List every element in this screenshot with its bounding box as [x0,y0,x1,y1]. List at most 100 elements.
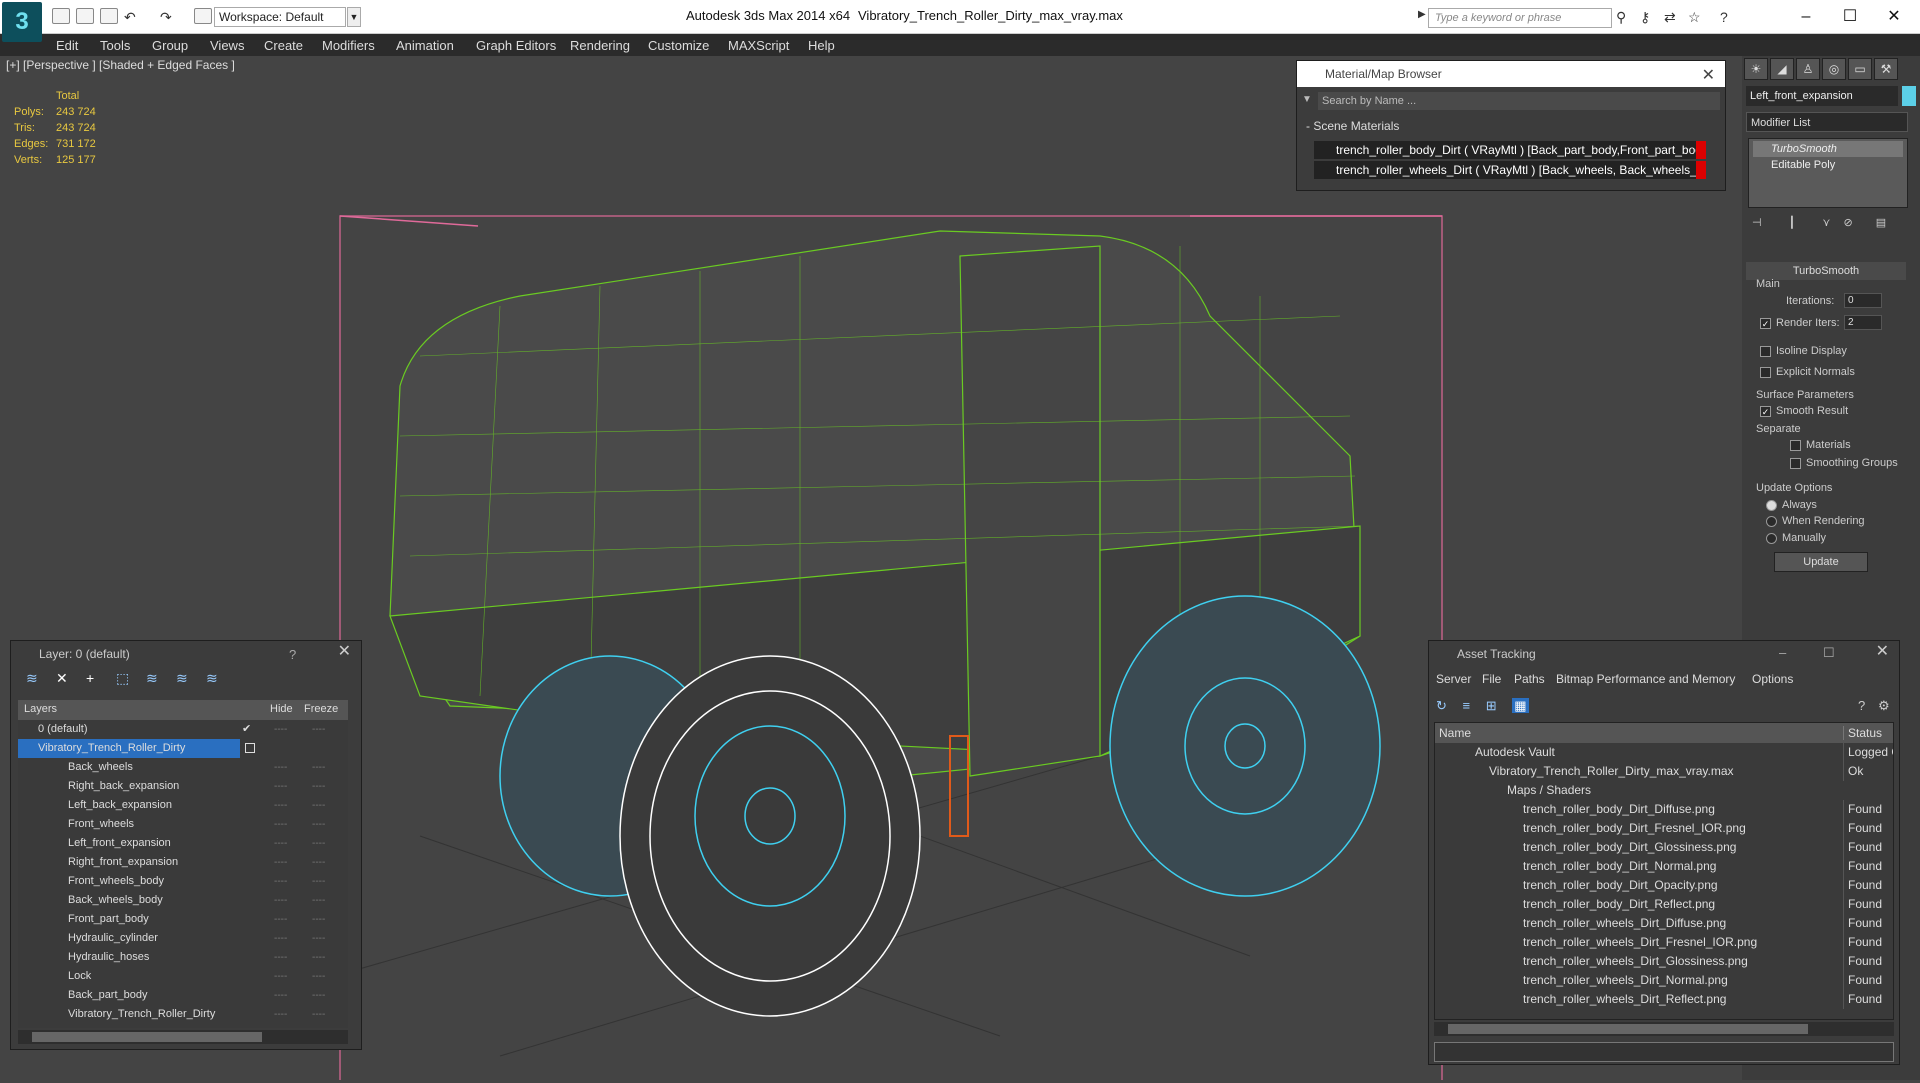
refresh-icon[interactable]: ↻ [1436,698,1447,713]
column-name[interactable]: Name [1439,726,1471,740]
table-row[interactable]: trench_roller_body_Dirt_Glossiness.png Fo… [1435,838,1893,857]
hierarchy-tab-icon[interactable]: ♙ [1796,58,1820,80]
menu-server[interactable]: Server [1436,672,1471,686]
table-row[interactable]: trench_roller_body_Dirt_Diffuse.png Found [1435,800,1893,819]
help-icon[interactable]: ? [289,647,296,662]
redo-icon[interactable]: ↷ [160,9,172,26]
table-view-icon[interactable]: ⊞ [1486,698,1497,713]
close-icon[interactable]: ✕ [338,641,351,661]
grid-view-icon[interactable]: ▦ [1512,698,1529,713]
undo-icon[interactable]: ↶ [124,9,136,26]
layer-row[interactable]: Vibratory_Trench_Roller_Dirty ---- ---- [18,1005,348,1024]
layer-row[interactable]: Back_wheels_body ---- ---- [18,891,348,910]
modify-tab-icon[interactable]: ◢ [1770,58,1794,80]
materials-checkbox[interactable] [1790,440,1801,451]
smoothing-groups-checkbox[interactable] [1790,458,1801,469]
layer-row[interactable]: Right_front_expansion ---- ---- [18,853,348,872]
layer-row[interactable]: Left_front_expansion ---- ---- [18,834,348,853]
star-icon[interactable]: ☆ [1688,9,1701,26]
table-row[interactable]: trench_roller_wheels_Dirt_Reflect.png Fou… [1435,990,1893,1009]
delete-layer-icon[interactable]: ✕ [56,670,68,687]
column-layers[interactable]: Layers [24,703,57,715]
menu-create[interactable]: Create [264,38,303,53]
project-folder-icon[interactable] [194,8,212,24]
new-layer-icon[interactable]: ≋ [26,670,38,687]
keyword-search-input[interactable]: Type a keyword or phrase [1428,8,1612,28]
layer-row[interactable]: Left_back_expansion ---- ---- [18,796,348,815]
open-file-icon[interactable] [76,8,94,24]
layer-horizontal-scrollbar[interactable] [18,1030,348,1044]
help-icon[interactable]: ? [1720,9,1728,25]
exchange-icon[interactable]: ⇄ [1664,9,1676,26]
column-hide[interactable]: Hide [270,703,293,715]
menu-tools[interactable]: Tools [100,38,130,53]
layer-row[interactable]: Hydraulic_cylinder ---- ---- [18,929,348,948]
layer-row[interactable]: Front_wheels_body ---- ---- [18,872,348,891]
menu-animation[interactable]: Animation [396,38,454,53]
workspace-dropdown[interactable]: Workspace: Default [214,7,346,27]
pin-stack-icon[interactable]: ⊣ [1752,217,1762,229]
menu-group[interactable]: Group [152,38,188,53]
menu-help[interactable]: Help [808,38,835,53]
column-freeze[interactable]: Freeze [304,703,338,715]
help-icon[interactable]: ? [1858,698,1865,713]
app-logo-button[interactable]: 3 [2,2,42,42]
update-button[interactable]: Update [1774,552,1868,572]
table-row[interactable]: trench_roller_body_Dirt_Fresnel_IOR.png F… [1435,819,1893,838]
object-name-field[interactable]: Left_front_expansion [1746,86,1898,106]
layer-row[interactable]: Front_part_body ---- ---- [18,910,348,929]
menu-modifiers[interactable]: Modifiers [322,38,375,53]
menu-file[interactable]: File [1482,672,1501,686]
table-row[interactable]: Vibratory_Trench_Roller_Dirty_max_vray.m… [1435,762,1893,781]
save-file-icon[interactable] [100,8,118,24]
material-search-input[interactable]: Search by Name ... [1318,92,1720,110]
viewport-label[interactable]: [+] [Perspective ] [Shaded + Edged Faces… [6,58,235,72]
close-icon[interactable]: ✕ [1702,65,1715,85]
maximize-button[interactable]: ☐ [1823,645,1835,661]
asset-horizontal-scrollbar[interactable] [1434,1022,1894,1036]
explicit-normals-checkbox[interactable] [1760,367,1771,378]
scrollbar-thumb[interactable] [1448,1024,1808,1034]
table-row[interactable]: Maps / Shaders [1435,781,1893,800]
layer-row[interactable]: Vibratory_Trench_Roller_Dirty [18,739,240,758]
chevron-down-icon[interactable]: ▼ [347,7,361,27]
close-icon[interactable]: ✕ [1876,641,1889,661]
always-radio[interactable] [1766,500,1777,511]
layer-row[interactable]: Hydraulic_hoses ---- ---- [18,948,348,967]
smooth-result-checkbox[interactable]: ✓ [1760,406,1771,417]
layer-row[interactable]: Lock ---- ---- [18,967,348,986]
stack-item-turbosmooth[interactable]: TurboSmooth [1753,141,1903,157]
menu-maxscript[interactable]: MAXScript [728,38,789,53]
layer-row[interactable]: Back_part_body ---- ---- [18,986,348,1005]
layer-row[interactable]: Back_wheels ---- ---- [18,758,348,777]
binoculars-icon[interactable]: ⚲ [1616,9,1626,26]
add-selection-icon[interactable] [245,743,255,753]
maximize-button[interactable]: ☐ [1830,4,1870,30]
render-iters-checkbox[interactable]: ✓ [1760,318,1771,329]
collapse-arrow-icon[interactable]: ▶ [1418,9,1426,20]
create-tab-icon[interactable]: ☀ [1744,58,1768,80]
column-status[interactable]: Status [1843,726,1882,740]
layer-row[interactable]: Right_back_expansion ---- ---- [18,777,348,796]
material-item[interactable]: trench_roller_body_Dirt ( VRayMtl ) [Bac… [1314,141,1706,159]
utilities-tab-icon[interactable]: ⚒ [1874,58,1898,80]
filter-arrow-icon[interactable]: ▼ [1302,94,1312,105]
isoline-display-checkbox[interactable] [1760,346,1771,357]
close-button[interactable]: ✕ [1874,4,1914,30]
table-row[interactable]: trench_roller_body_Dirt_Normal.png Found [1435,857,1893,876]
iterations-spinner[interactable]: 0 [1844,293,1882,308]
scene-materials-section[interactable]: - Scene Materials [1306,119,1399,133]
layer-row[interactable]: 0 (default) ✔ ---- ---- [18,720,348,739]
render-iters-spinner[interactable]: 2 [1844,315,1882,330]
freeze-all-icon[interactable]: ≋ [206,670,218,687]
key-icon[interactable]: ⚷ [1640,9,1650,26]
menu-customize[interactable]: Customize [648,38,709,53]
minimize-button[interactable]: – [1786,4,1826,30]
remove-modifier-icon[interactable]: ⊘ [1843,217,1852,229]
table-row[interactable]: trench_roller_wheels_Dirt_Normal.png Foun… [1435,971,1893,990]
material-item[interactable]: trench_roller_wheels_Dirt ( VRayMtl ) [B… [1314,161,1706,179]
scrollbar-thumb[interactable] [32,1032,262,1042]
table-row[interactable]: trench_roller_body_Dirt_Opacity.png Found [1435,876,1893,895]
settings-icon[interactable]: ⚙ [1878,698,1890,714]
select-objects-icon[interactable]: ⬚ [116,670,129,687]
